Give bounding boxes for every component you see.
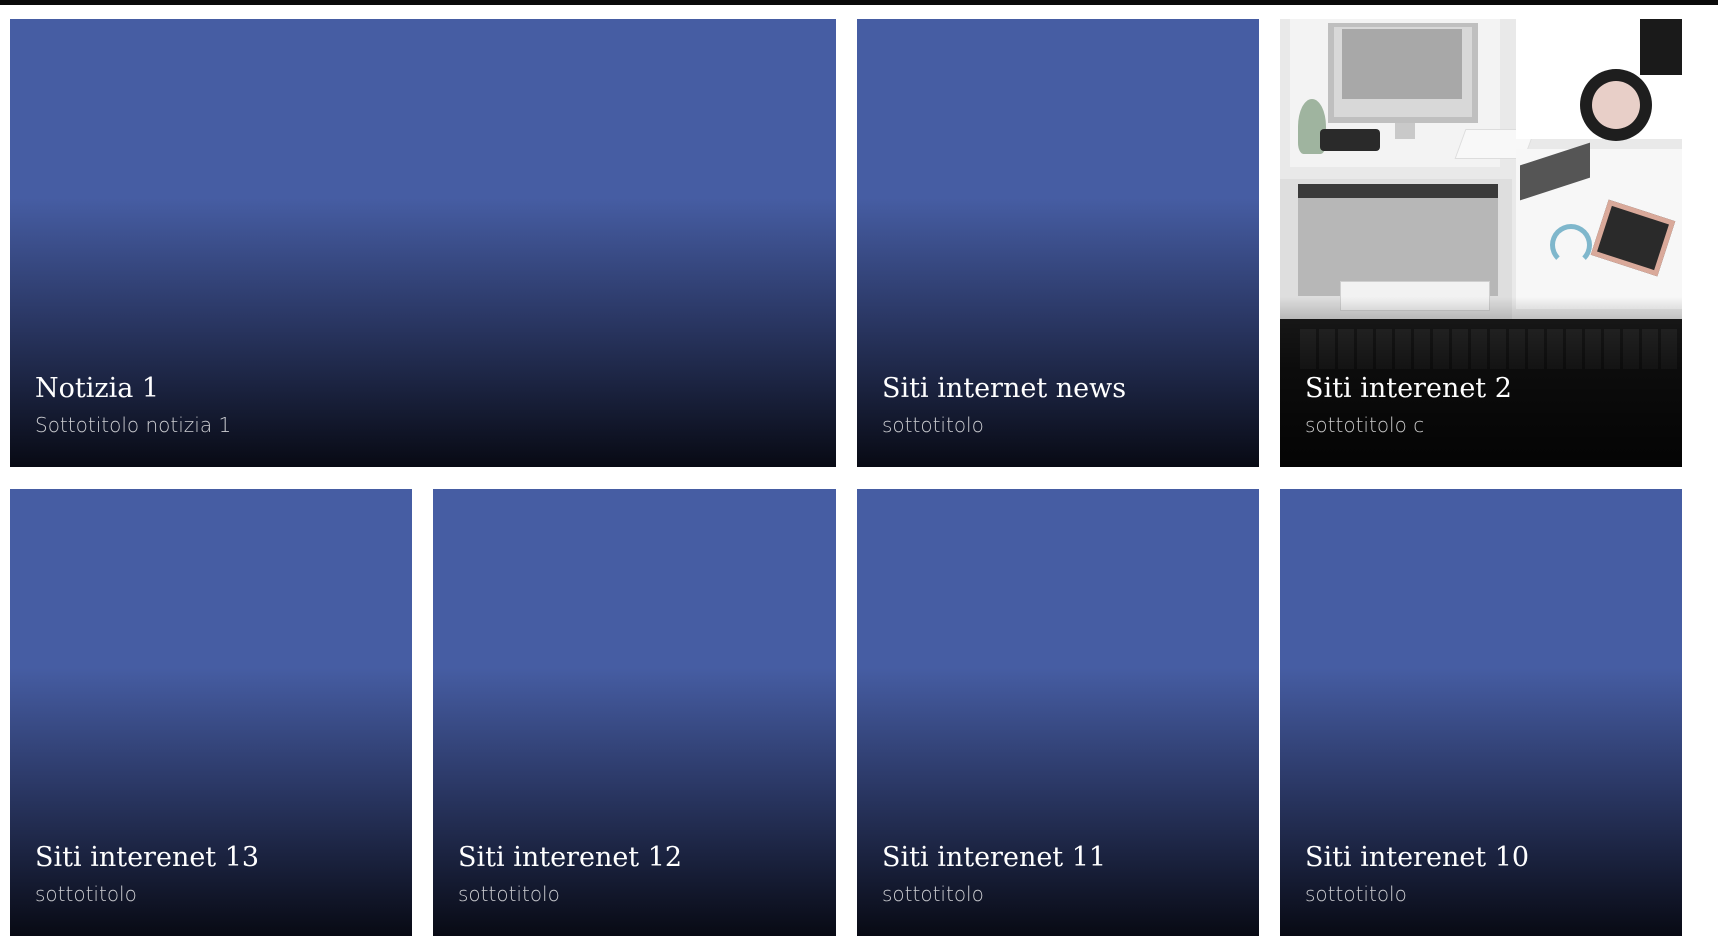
card-title[interactable]: Siti interenet 13 bbox=[35, 842, 392, 874]
card-text: Notizia 1 Sottotitolo notizia 1 bbox=[35, 373, 816, 437]
card-title[interactable]: Notizia 1 bbox=[35, 373, 816, 405]
news-card-notizia-1[interactable]: Notizia 1 Sottotitolo notizia 1 bbox=[10, 19, 836, 467]
card-title[interactable]: Siti internet news bbox=[882, 373, 1239, 405]
card-text: Siti interenet 11 sottotitolo bbox=[882, 842, 1239, 906]
card-text: Siti interenet 10 sottotitolo bbox=[1305, 842, 1662, 906]
news-grid: Notizia 1 Sottotitolo notizia 1 Siti int… bbox=[0, 0, 1718, 950]
card-subtitle: sottotitolo bbox=[882, 882, 984, 906]
card-subtitle: Sottotitolo notizia 1 bbox=[35, 413, 232, 437]
card-subtitle: sottotitolo bbox=[35, 882, 137, 906]
card-subtitle: sottotitolo bbox=[458, 882, 560, 906]
news-card-siti-internet-news[interactable]: Siti internet news sottotitolo bbox=[857, 19, 1259, 467]
card-text: Siti interenet 12 sottotitolo bbox=[458, 842, 816, 906]
card-text: Siti internet news sottotitolo bbox=[882, 373, 1239, 437]
card-title[interactable]: Siti interenet 2 bbox=[1305, 373, 1662, 405]
news-card-siti-interenet-10[interactable]: Siti interenet 10 sottotitolo bbox=[1280, 489, 1682, 936]
card-subtitle: sottotitolo bbox=[1305, 882, 1407, 906]
news-card-siti-interenet-2[interactable]: Siti interenet 2 sottotitolo c bbox=[1280, 19, 1682, 467]
card-title[interactable]: Siti interenet 12 bbox=[458, 842, 816, 874]
news-card-siti-interenet-12[interactable]: Siti interenet 12 sottotitolo bbox=[433, 489, 836, 936]
card-subtitle: sottotitolo c bbox=[1305, 413, 1425, 437]
card-text: Siti interenet 2 sottotitolo c bbox=[1305, 373, 1662, 437]
card-title[interactable]: Siti interenet 11 bbox=[882, 842, 1239, 874]
card-title[interactable]: Siti interenet 10 bbox=[1305, 842, 1662, 874]
news-card-siti-interenet-11[interactable]: Siti interenet 11 sottotitolo bbox=[857, 489, 1259, 936]
card-text: Siti interenet 13 sottotitolo bbox=[35, 842, 392, 906]
card-subtitle: sottotitolo bbox=[882, 413, 984, 437]
news-card-siti-interenet-13[interactable]: Siti interenet 13 sottotitolo bbox=[10, 489, 412, 936]
